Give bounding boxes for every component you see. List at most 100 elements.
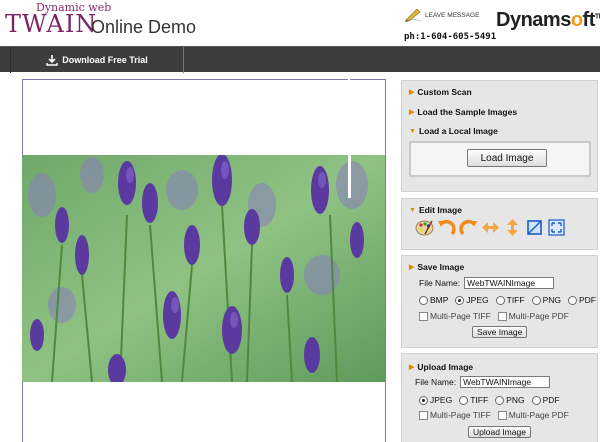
save-format-tiff[interactable]: TIFF [495, 295, 525, 305]
upload-multi-pdf[interactable]: Multi-Page PDF [497, 410, 569, 420]
save-multi-tiff[interactable]: Multi-Page TIFF [419, 311, 491, 321]
expand-right-icon: ▶ [409, 109, 415, 116]
logo-twain: TWAIN [5, 10, 98, 38]
upload-image-title: ▶ Upload Image [409, 362, 473, 372]
upload-format-jpeg[interactable]: JPEG [419, 395, 452, 405]
radio-pdf[interactable] [568, 295, 577, 305]
load-local-label: Load a Local Image [418, 126, 498, 136]
toolbar: Download Free Trial [0, 46, 600, 73]
format-label: PDF [579, 295, 596, 305]
checkbox-multi-pdf[interactable] [497, 311, 507, 321]
format-label: BMP [430, 295, 449, 305]
radio-bmp[interactable] [419, 295, 428, 305]
rotate-left-icon[interactable] [437, 218, 456, 237]
brand-text-2: ft [582, 9, 596, 31]
multi-tiff-label: Multi-Page TIFF [430, 311, 491, 321]
upload-format-png[interactable]: PNG [495, 395, 525, 405]
viewer-divider [348, 79, 350, 89]
save-image-panel: ▶ Save Image File Name: BMP JPEG TIFF PN… [401, 255, 598, 348]
pen-icon [404, 8, 422, 22]
dynamsoft-logo: DynamsoftTM [496, 9, 600, 32]
load-local-link[interactable]: ▼ Load a Local Image [409, 126, 498, 136]
save-image-label: Save Image [417, 262, 465, 272]
upload-format-tiff[interactable]: TIFF [459, 395, 488, 405]
upload-image-button[interactable]: Upload Image [468, 426, 531, 438]
load-image-box: Load Image [409, 141, 591, 177]
save-image-button[interactable]: Save Image [472, 326, 528, 338]
upload-filename-label: File Name: [415, 377, 457, 387]
expand-right-icon: ▶ [409, 364, 415, 371]
radio-tiff[interactable] [495, 295, 505, 305]
radio-tiff[interactable] [459, 395, 469, 405]
upload-format-row: JPEG TIFF PNG PDF [419, 395, 563, 405]
palette-icon[interactable] [415, 218, 434, 237]
edit-image-title: ▼ Edit Image [409, 205, 462, 215]
radio-pdf[interactable] [531, 395, 541, 405]
upload-format-pdf[interactable]: PDF [531, 395, 560, 405]
multi-pdf-label: Multi-Page PDF [508, 410, 569, 420]
format-label: TIFF [506, 295, 525, 305]
format-label: PNG [506, 395, 525, 405]
scan-load-panel: ▶ Custom Scan ▶ Load the Sample Images ▼… [401, 80, 598, 192]
brand-text-1: Dynams [496, 9, 571, 31]
custom-scan-link[interactable]: ▶ Custom Scan [409, 87, 472, 97]
upload-multi-tiff[interactable]: Multi-Page TIFF [419, 410, 491, 420]
phone-number: ph:1-604-605-5491 [404, 32, 497, 42]
upload-image-label: Upload Image [417, 362, 474, 372]
leave-message-link[interactable]: LEAVE MESSAGE [404, 8, 479, 22]
download-trial-button[interactable]: Download Free Trial [10, 47, 184, 73]
lavender-image [22, 155, 385, 382]
multi-pdf-label: Multi-Page PDF [508, 311, 569, 321]
radio-png[interactable] [495, 395, 505, 405]
save-multipage-row: Multi-Page TIFF Multi-Page PDF [419, 311, 572, 321]
lavender-photo [22, 155, 385, 382]
expand-down-icon: ▼ [409, 206, 416, 214]
save-format-pdf[interactable]: PDF [568, 295, 596, 305]
logo-subtitle: Online Demo [91, 17, 197, 37]
crop-icon[interactable] [525, 218, 544, 237]
load-sample-link[interactable]: ▶ Load the Sample Images [409, 107, 517, 117]
save-multi-pdf[interactable]: Multi-Page PDF [497, 311, 569, 321]
upload-image-panel: ▶ Upload Image File Name: JPEG TIFF PNG … [401, 353, 598, 442]
flip-vertical-icon[interactable] [503, 218, 522, 237]
format-label: PNG [542, 295, 561, 305]
custom-scan-label: Custom Scan [417, 87, 472, 97]
expand-right-icon: ▶ [409, 264, 415, 271]
radio-png[interactable] [531, 295, 541, 305]
checkbox-multi-tiff[interactable] [419, 410, 428, 420]
download-trial-label: Download Free Trial [62, 55, 148, 65]
checkbox-multi-pdf[interactable] [497, 410, 507, 420]
expand-right-icon: ▶ [409, 89, 415, 96]
save-format-row: BMP JPEG TIFF PNG PDF [419, 295, 599, 305]
save-filename-label: File Name: [419, 278, 461, 288]
flip-horizontal-icon[interactable] [481, 218, 500, 237]
checkbox-multi-tiff[interactable] [419, 311, 428, 321]
viewer-gap [348, 155, 351, 198]
save-format-jpeg[interactable]: JPEG [455, 295, 489, 305]
radio-jpeg[interactable] [455, 295, 465, 305]
radio-jpeg[interactable] [419, 395, 428, 405]
edit-tools [415, 218, 566, 237]
save-format-png[interactable]: PNG [531, 295, 561, 305]
leave-message-label: LEAVE MESSAGE [425, 11, 480, 19]
edit-image-label: Edit Image [418, 205, 462, 215]
save-filename-row: File Name: [419, 277, 555, 289]
save-format-bmp[interactable]: BMP [419, 295, 448, 305]
download-icon [46, 55, 58, 66]
page: Dynamic web TWAIN Online Demo LEAVE MESS… [0, 0, 600, 442]
save-filename-input[interactable] [464, 277, 555, 289]
load-sample-label: Load the Sample Images [417, 107, 518, 117]
rotate-right-icon[interactable] [459, 218, 478, 237]
resize-icon[interactable] [547, 218, 566, 237]
multi-tiff-label: Multi-Page TIFF [430, 410, 491, 420]
edit-image-panel: ▼ Edit Image [401, 198, 598, 250]
format-label: PDF [542, 395, 560, 405]
format-label: TIFF [470, 395, 489, 405]
save-image-title: ▶ Save Image [409, 262, 464, 272]
format-label: JPEG [466, 295, 489, 305]
upload-filename-input[interactable] [460, 376, 551, 388]
upload-filename-row: File Name: [415, 376, 551, 388]
load-image-button[interactable]: Load Image [467, 149, 547, 167]
brand-tm: TM [594, 13, 600, 21]
format-label: JPEG [430, 395, 453, 405]
